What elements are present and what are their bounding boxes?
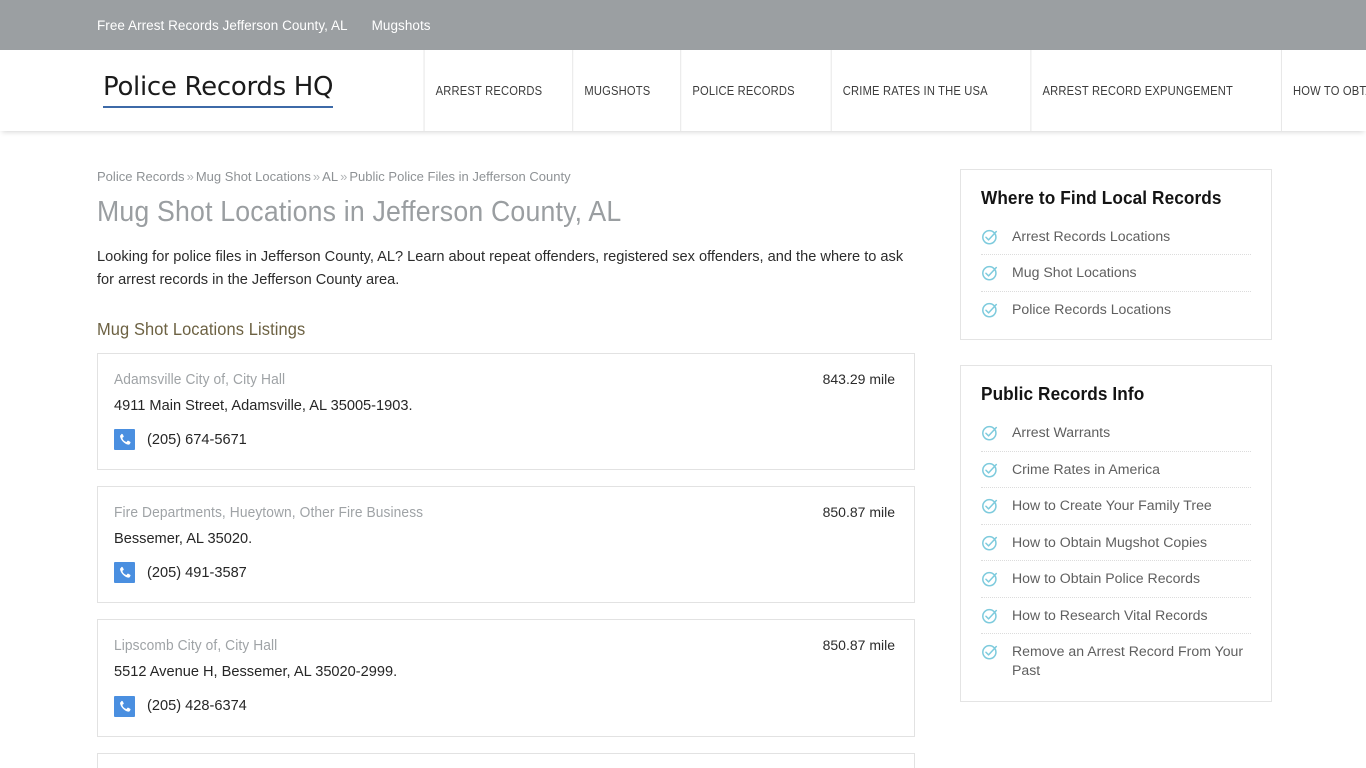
sidebar-link-crime-rates-in-america[interactable]: Crime Rates in America (1012, 460, 1160, 479)
listings-heading: Mug Shot Locations Listings (97, 319, 306, 340)
listing-name[interactable]: Lipscomb City of, City Hall (114, 638, 277, 654)
listing-header-row: Fire Departments, Hueytown, Other Fire B… (114, 504, 895, 521)
list-item[interactable]: Police Records Locations (981, 292, 1251, 327)
breadcrumb-separator: » (312, 169, 321, 184)
listing-address: 4911 Main Street, Adamsville, AL 35005-1… (114, 398, 413, 415)
listing-phone-row: (205) 674-5671 (114, 429, 895, 451)
listing-phone-number[interactable]: (205) 491-3587 (147, 565, 247, 581)
list-item[interactable]: Mug Shot Locations (981, 255, 1251, 292)
top-utility-bar: Free Arrest Records Jefferson County, AL… (0, 0, 1366, 50)
main-navigation: ARREST RECORDS MUGSHOTS POLICE RECORDS C… (413, 50, 1366, 131)
sidebar-link-remove-an-arrest-record[interactable]: Remove an Arrest Record From Your Past (1012, 642, 1251, 681)
circle-check-icon (981, 570, 999, 588)
site-logo[interactable]: Police Records HQ (103, 72, 334, 108)
brand-container: Police Records HQ (0, 50, 413, 131)
listing-distance: 850.87 mile (822, 504, 895, 521)
nav-item-mugshots[interactable]: MUGSHOTS (572, 50, 662, 131)
list-item[interactable]: Arrest Records Locations (981, 219, 1251, 256)
breadcrumb-item-al[interactable]: AL (322, 169, 338, 184)
phone-icon (114, 695, 135, 717)
sidebar-link-how-to-obtain-mugshot-copies[interactable]: How to Obtain Mugshot Copies (1012, 533, 1207, 552)
breadcrumb-separator: » (340, 169, 348, 184)
circle-check-icon (981, 461, 999, 479)
widget-title: Where to Find Local Records (981, 187, 1222, 208)
list-item[interactable]: How to Obtain Police Records (981, 561, 1251, 598)
nav-item-arrest-records[interactable]: ARREST RECORDS (423, 50, 555, 131)
circle-check-icon (981, 424, 999, 442)
listing-phone-number[interactable]: (205) 428-6374 (147, 698, 247, 714)
nav-item-police-records[interactable]: POLICE RECORDS (679, 50, 807, 131)
page-title: Mug Shot Locations in Jefferson County, … (97, 196, 622, 228)
breadcrumb-item-public-police-files[interactable]: Public Police Files in Jefferson County (349, 169, 570, 184)
widget-title: Public Records Info (981, 383, 1145, 405)
nav-item-how-to-obtain-public-records[interactable]: HOW TO OBTAIN PUBLIC RECORDS (1280, 50, 1366, 131)
widget-where-to-find-local-records: Where to Find Local Records Arrest Recor… (960, 169, 1272, 341)
list-item[interactable]: Crime Rates in America (981, 452, 1251, 489)
listing-card[interactable]: Lipscomb City of, City Hall 850.87 mile … (97, 619, 915, 737)
list-item[interactable]: Arrest Warrants (981, 415, 1251, 452)
sidebar-link-how-to-create-your-family-tree[interactable]: How to Create Your Family Tree (1012, 496, 1212, 515)
listing-phone-row: (205) 491-3587 (114, 562, 895, 584)
nav-item-arrest-record-expungement[interactable]: ARREST RECORD EXPUNGEMENT (1030, 50, 1246, 131)
listing-distance: 843.29 mile (822, 371, 895, 388)
listing-header-row: Lipscomb City of, City Hall 850.87 mile (114, 637, 895, 654)
circle-check-icon (981, 534, 999, 552)
sidebar-link-police-records-locations[interactable]: Police Records Locations (1012, 300, 1171, 319)
widget-list: Arrest Records Locations Mug Shot Locati… (981, 219, 1251, 327)
circle-check-icon (981, 607, 999, 625)
sidebar-link-arrest-records-locations[interactable]: Arrest Records Locations (1012, 227, 1170, 246)
widget-list: Arrest Warrants Crime Rates in America H… (981, 415, 1251, 689)
phone-icon (114, 562, 135, 584)
circle-check-icon (981, 228, 999, 246)
listing-phone-row: (205) 428-6374 (114, 695, 895, 717)
intro-paragraph: Looking for police files in Jefferson Co… (97, 248, 904, 289)
main-content: Police Records» Mug Shot Locations» AL» Pub… (97, 169, 915, 768)
sidebar-link-how-to-obtain-police-records[interactable]: How to Obtain Police Records (1012, 569, 1200, 588)
listing-card[interactable]: Adamsville City of, City Hall 843.29 mil… (97, 353, 915, 471)
listing-distance: 850.87 mile (822, 637, 895, 654)
circle-check-icon (981, 301, 999, 319)
list-item[interactable]: How to Obtain Mugshot Copies (981, 525, 1251, 562)
breadcrumb-item-police-records[interactable]: Police Records (97, 169, 185, 184)
listing-card[interactable]: Fire Departments, Hueytown, Other Fire B… (97, 486, 915, 604)
circle-check-icon (981, 264, 999, 282)
topbar-link-free-arrest-records[interactable]: Free Arrest Records Jefferson County, AL (97, 18, 348, 33)
breadcrumb-separator: » (186, 169, 194, 184)
breadcrumb: Police Records» Mug Shot Locations» AL» Pub… (97, 169, 915, 184)
list-item[interactable]: How to Research Vital Records (981, 598, 1251, 634)
listing-card[interactable]: US District Court, Probation Office 839.… (97, 752, 915, 768)
listing-name[interactable]: Fire Departments, Hueytown, Other Fire B… (114, 505, 423, 521)
breadcrumb-item-mug-shot-locations[interactable]: Mug Shot Locations (196, 169, 311, 184)
sidebar-link-how-to-research-vital-records[interactable]: How to Research Vital Records (1012, 606, 1208, 625)
circle-check-icon (981, 643, 999, 661)
widget-public-records-info: Public Records Info Arrest Warrants Crim… (960, 365, 1272, 702)
listing-address: Bessemer, AL 35020. (114, 531, 253, 548)
listing-name[interactable]: Adamsville City of, City Hall (114, 372, 285, 388)
phone-icon (114, 429, 135, 451)
list-item[interactable]: Remove an Arrest Record From Your Past (981, 634, 1251, 689)
topbar-link-mugshots[interactable]: Mugshots (372, 18, 431, 33)
listing-header-row: Adamsville City of, City Hall 843.29 mil… (114, 371, 895, 388)
listing-address: 5512 Avenue H, Bessemer, AL 35020-2999. (114, 664, 398, 681)
site-header: Police Records HQ ARREST RECORDS MUGSHOT… (0, 50, 1366, 131)
listing-phone-number[interactable]: (205) 674-5671 (147, 432, 247, 448)
circle-check-icon (981, 497, 999, 515)
sidebar: Where to Find Local Records Arrest Recor… (960, 169, 1272, 768)
list-item[interactable]: How to Create Your Family Tree (981, 488, 1251, 525)
sidebar-link-arrest-warrants[interactable]: Arrest Warrants (1012, 423, 1110, 442)
sidebar-link-mug-shot-locations[interactable]: Mug Shot Locations (1012, 263, 1137, 282)
page-body: Police Records» Mug Shot Locations» AL» Pub… (0, 131, 1366, 768)
nav-item-crime-rates-in-the-usa[interactable]: CRIME RATES IN THE USA (830, 50, 1000, 131)
